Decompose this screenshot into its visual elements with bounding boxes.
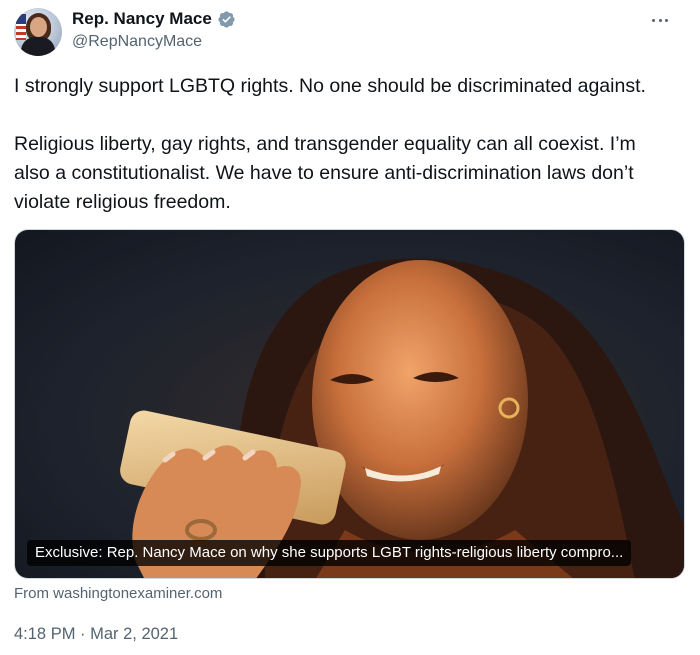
author-name-row: Rep. Nancy Mace bbox=[72, 9, 236, 29]
tweet-text-line: Religious liberty, gay rights, and trans… bbox=[14, 133, 636, 155]
link-preview-image bbox=[15, 230, 684, 578]
verified-badge-icon bbox=[218, 10, 235, 28]
author-display-name[interactable]: Rep. Nancy Mace bbox=[72, 9, 212, 29]
tweet-text-line: I strongly support LGBTQ rights. No one … bbox=[14, 75, 646, 97]
flag-graphic bbox=[16, 14, 26, 40]
avatar[interactable] bbox=[14, 8, 62, 56]
link-source[interactable]: From washingtonexaminer.com bbox=[14, 585, 222, 602]
link-preview-card[interactable]: Exclusive: Rep. Nancy Mace on why she su… bbox=[14, 229, 685, 579]
more-options-icon[interactable] bbox=[648, 10, 672, 30]
tweet-text-line: violate religious freedom. bbox=[14, 191, 231, 213]
tweet-timestamp[interactable]: 4:18 PM · Mar 2, 2021 bbox=[14, 625, 178, 644]
tweet-text-line: also a constitutionalist. We have to ens… bbox=[14, 162, 634, 184]
link-card-title: Exclusive: Rep. Nancy Mace on why she su… bbox=[27, 540, 632, 566]
tweet: Rep. Nancy Mace @RepNancyMace I strongly… bbox=[0, 0, 700, 655]
author-handle[interactable]: @RepNancyMace bbox=[72, 33, 202, 51]
